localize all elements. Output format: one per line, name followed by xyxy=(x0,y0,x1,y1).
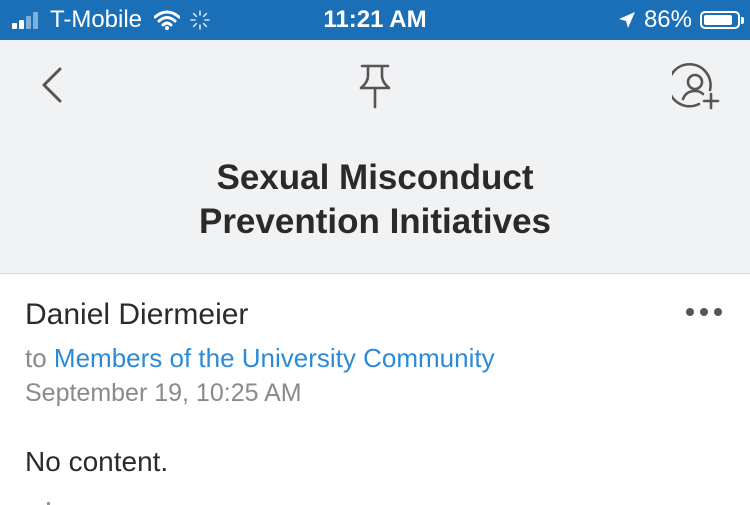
recipient-line: to Members of the University Community xyxy=(25,343,495,374)
page-title: Sexual Misconduct Prevention Initiatives xyxy=(0,156,750,244)
sender-name[interactable]: Daniel Diermeier xyxy=(25,298,248,332)
page-title-line-1: Sexual Misconduct xyxy=(216,158,534,197)
status-bar: T-Mobile 11:21 AM 86% xyxy=(0,0,750,40)
page-title-line-2: Prevention Initiatives xyxy=(198,202,552,241)
message-date: September 19, 10:25 AM xyxy=(25,379,302,407)
add-person-icon[interactable] xyxy=(672,62,722,112)
pin-icon[interactable] xyxy=(356,62,394,110)
battery-fill xyxy=(704,15,732,25)
chevron-left-icon[interactable] xyxy=(38,66,66,104)
battery-percent: 86% xyxy=(643,6,692,33)
status-right: 86% xyxy=(618,0,744,40)
message-body: No content. xyxy=(25,446,169,477)
to-label: to xyxy=(25,343,47,373)
location-icon xyxy=(618,12,635,28)
header: Sexual Misconduct Prevention Initiatives xyxy=(0,40,750,274)
more-icon[interactable] xyxy=(680,308,722,316)
recipient-link[interactable]: Members of the University Community xyxy=(54,343,495,373)
battery-icon xyxy=(700,11,744,29)
